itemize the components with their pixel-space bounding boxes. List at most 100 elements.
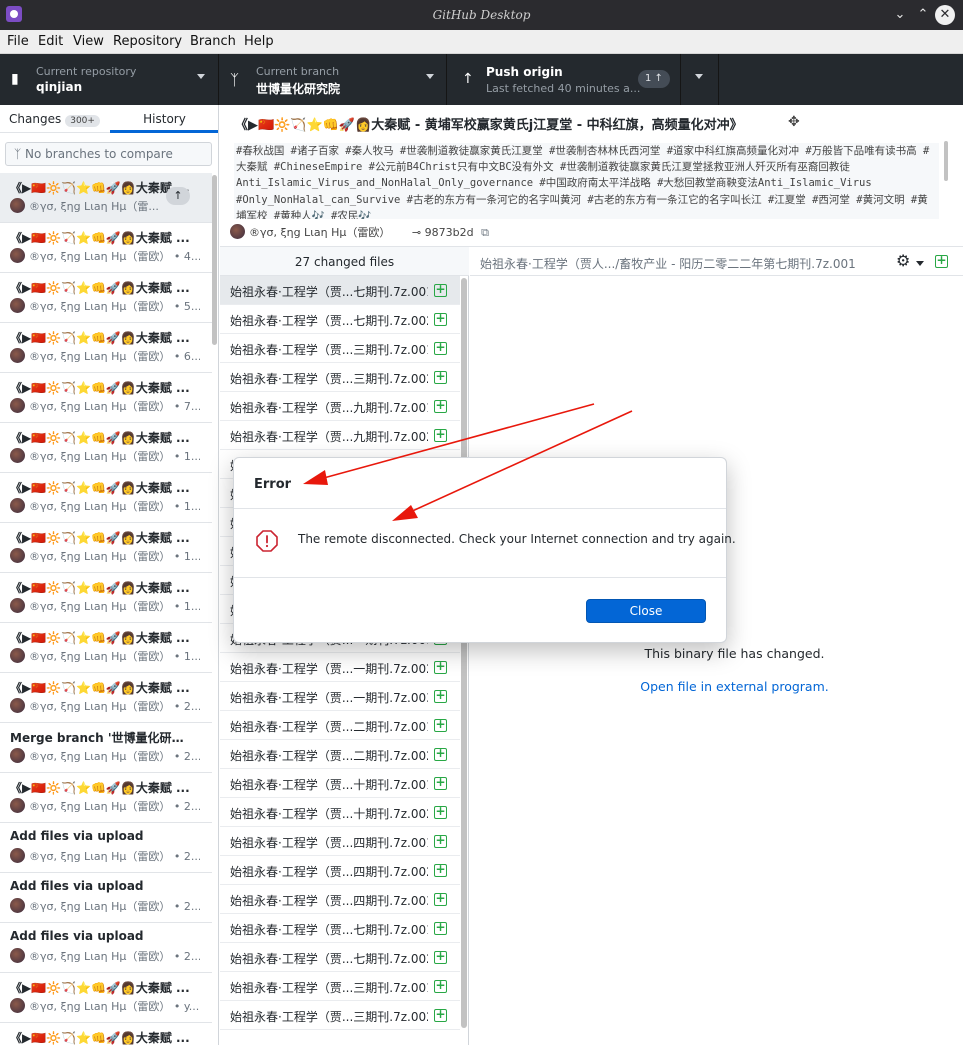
sidebar-scrollbar[interactable] (212, 175, 217, 345)
push-origin-button[interactable]: ↑ Push origin Last fetched 40 minutes a.… (448, 54, 681, 105)
file-list-item[interactable]: 始祖永春·工程学（贾...二期刊.7z.001 + (220, 711, 460, 740)
file-name: 始祖永春·工程学（贾...七期刊.7z.001 (230, 923, 428, 937)
branch-icon: ᛉ (14, 147, 22, 161)
file-list-item[interactable]: 始祖永春·工程学（贾...四期刊.7z.002 + (220, 856, 460, 885)
commit-meta: ®γσ, ξηg Lιaη Hμ（雷欧） • 6... (10, 348, 200, 364)
avatar (10, 598, 25, 613)
commit-list-item[interactable]: 《▶🇨🇳🔆🏹⭐👊🚀👩大秦赋 ... ®γσ, ξηg Lιaη Hμ（雷欧） • … (0, 423, 212, 473)
tab-changes-label: Changes (9, 112, 62, 126)
commit-list-item[interactable]: Add files via upload ®γσ, ξηg Lιaη Hμ（雷欧）… (0, 823, 212, 873)
file-added-icon: + (434, 775, 447, 790)
close-button[interactable]: Close (586, 599, 706, 623)
file-list-item[interactable]: 始祖永春·工程学（贾...二期刊.7z.002 + (220, 740, 460, 769)
commit-list: 《▶🇨🇳🔆🏹⭐👊🚀👩大秦赋 ... ®γσ, ξηg Lιaη Hμ（雷... ↑ 《… (0, 173, 212, 1045)
diff-file-path: 始祖永春·工程学（贾人.../畜牧产业 - 阳历二零二二年第七期刊.7z.001 (480, 257, 856, 271)
commit-list-item[interactable]: 《▶🇨🇳🔆🏹⭐👊🚀👩大秦赋 ... ®γσ, ξηg Lιaη Hμ（雷欧） • … (0, 973, 212, 1023)
commit-meta-text: ®γσ, ξηg Lιaη Hμ（雷欧） • 2... (29, 900, 200, 913)
file-list-item[interactable]: 始祖永春·工程学（贾...七期刊.7z.001 + (220, 914, 460, 943)
open-external-link[interactable]: Open file in external program. (470, 679, 963, 694)
push-count-badge: 1 ↑ (638, 70, 670, 88)
push-dropdown-button[interactable] (682, 54, 719, 105)
description-scrollbar[interactable] (944, 141, 948, 181)
file-list-item[interactable]: 始祖永春·工程学（贾...四期刊.7z.003 + (220, 885, 460, 914)
toolbar: ▮ Current repository qinjian ᛉ Current b… (0, 54, 963, 105)
menu-edit[interactable]: Edit (38, 30, 63, 49)
file-list-scrollbar[interactable] (461, 278, 467, 1028)
file-list-item[interactable]: 始祖永春·工程学（贾...九期刊.7z.001 + (220, 392, 460, 421)
commit-meta: ®γσ, ξηg Lιaη Hμ（雷欧） • 2... (10, 798, 200, 814)
file-list-item[interactable]: 始祖永春·工程学（贾...三期刊.7z.002 + (220, 363, 460, 392)
commit-list-item[interactable]: 《▶🇨🇳🔆🏹⭐👊🚀👩大秦赋 ... ®γσ, ξηg Lιaη Hμ（雷欧） • … (0, 773, 212, 823)
file-list-item[interactable]: 始祖永春·工程学（贾...七期刊.7z.001 + (220, 276, 460, 305)
file-name: 始祖永春·工程学（贾...七期刊.7z.002 (230, 952, 428, 966)
menu-branch[interactable]: Branch (190, 30, 236, 49)
file-added-icon: + (434, 369, 447, 384)
commit-list-item[interactable]: 《▶🇨🇳🔆🏹⭐👊🚀👩大秦赋 ... ®γσ, ξηg Lιaη Hμ（雷欧） • … (0, 223, 212, 273)
file-list-item[interactable]: 始祖永春·工程学（贾...七期刊.7z.002 + (220, 943, 460, 972)
commit-list-item[interactable]: 《▶🇨🇳🔆🏹⭐👊🚀👩大秦赋 ... ®γσ, ξηg Lιaη Hμ（雷欧） • … (0, 323, 212, 373)
avatar (10, 648, 25, 663)
commit-header: 《▶🇨🇳🔆🏹⭐👊🚀👩大秦赋 - 黄埔军校赢家黄氏j江夏堂 - 中科红旗，高频量化… (220, 105, 963, 247)
file-list-item[interactable]: 始祖永春·工程学（贾...三期刊.7z.001 + (220, 334, 460, 363)
commit-list-item[interactable]: Add files via upload ®γσ, ξηg Lιaη Hμ（雷欧）… (0, 873, 212, 923)
file-added-icon: + (434, 804, 447, 819)
close-window-icon[interactable]: ✕ (935, 5, 955, 25)
menu-file[interactable]: File (7, 30, 29, 49)
menu-help[interactable]: Help (244, 30, 274, 49)
avatar (10, 848, 25, 863)
minimize-chevron-icon[interactable]: ⌄ (890, 5, 910, 25)
commit-summary: 《▶🇨🇳🔆🏹⭐👊🚀👩大秦赋 ... (10, 381, 190, 395)
file-list-item[interactable]: 始祖永春·工程学（贾...一期刊.7z.003 + (220, 682, 460, 711)
commit-meta-text: ®γσ, ξηg Lιaη Hμ（雷欧） • 1... (29, 650, 200, 663)
commit-meta: ®γσ, ξηg Lιaη Hμ（雷欧） • 2... (10, 748, 200, 764)
menu-bar: File Edit View Repository Branch Help (0, 30, 963, 54)
tab-history[interactable]: History (110, 105, 218, 133)
commit-list-item[interactable]: 《▶🇨🇳🔆🏹⭐👊🚀👩大秦赋 ... ®γσ, ξηg Lιaη Hμ（雷欧） • … (0, 523, 212, 573)
branch-compare-input[interactable]: ᛉ No branches to compare (5, 142, 212, 166)
commit-list-item[interactable]: 《▶🇨🇳🔆🏹⭐👊🚀👩大秦赋 ... ®γσ, ξηg Lιaη Hμ（雷欧） • … (0, 273, 212, 323)
commit-meta-text: ®γσ, ξηg Lιaη Hμ（雷欧） • 2... (29, 950, 200, 963)
commit-summary: 《▶🇨🇳🔆🏹⭐👊🚀👩大秦赋 ... (10, 281, 190, 295)
dialog-message: The remote disconnected. Check your Inte… (298, 532, 736, 546)
dialog-body: The remote disconnected. Check your Inte… (234, 508, 736, 578)
file-list-item[interactable]: 始祖永春·工程学（贾...四期刊.7z.001 + (220, 827, 460, 856)
commit-list-item[interactable]: 《▶🇨🇳🔆🏹⭐👊🚀👩大秦赋 ... ®γσ, ξηg Lιaη Hμ（雷欧） • … (0, 573, 212, 623)
last-fetched-text: Last fetched 40 minutes a... (486, 82, 641, 95)
file-list-item[interactable]: 始祖永春·工程学（贾...九期刊.7z.002 + (220, 421, 460, 450)
commit-summary: 《▶🇨🇳🔆🏹⭐👊🚀👩大秦赋 ... (10, 581, 190, 595)
expand-icon[interactable]: ✥ (788, 114, 800, 130)
file-name: 始祖永春·工程学（贾...一期刊.7z.002 (230, 662, 428, 676)
commit-list-item[interactable]: 《▶🇨🇳🔆🏹⭐👊🚀👩大秦赋 ... ®γσ, ξηg Lιaη Hμ（雷欧） • … (0, 473, 212, 523)
commit-meta-text: ®γσ, ξηg Lιaη Hμ（雷欧） • 1... (29, 600, 200, 613)
file-list-item[interactable]: 始祖永春·工程学（贾...三期刊.7z.002 + (220, 1001, 460, 1030)
commit-list-item[interactable]: 《▶🇨🇳🔆🏹⭐👊🚀👩大秦赋 ... ®γσ, ξηg Lιaη Hμ（雷欧） • … (0, 623, 212, 673)
commit-list-item[interactable]: 《▶🇨🇳🔆🏹⭐👊🚀👩大秦赋 ... ®γσ, ξηg Lιaη Hμ（雷欧） • … (0, 673, 212, 723)
commit-list-item[interactable]: Add files via upload ®γσ, ξηg Lιaη Hμ（雷欧）… (0, 923, 212, 973)
gear-icon[interactable]: ⚙ (896, 251, 910, 270)
commit-list-item[interactable]: 《▶🇨🇳🔆🏹⭐👊🚀👩大秦赋 ... (0, 1023, 212, 1045)
current-repository-button[interactable]: ▮ Current repository qinjian (0, 54, 219, 105)
commit-list-item[interactable]: 《▶🇨🇳🔆🏹⭐👊🚀👩大秦赋 ... ®γσ, ξηg Lιaη Hμ（雷... ↑ (0, 173, 212, 223)
tab-changes[interactable]: Changes 300+ (0, 105, 109, 133)
commit-summary: 《▶🇨🇳🔆🏹⭐👊🚀👩大秦赋 ... (10, 681, 190, 695)
commit-list-item[interactable]: Merge branch '世博量化研究院... ®γσ, ξηg Lιaη Hμ… (0, 723, 212, 773)
file-list-item[interactable]: 始祖永春·工程学（贾...七期刊.7z.002 + (220, 305, 460, 334)
avatar (10, 948, 25, 963)
copy-icon[interactable]: ⧉ (481, 226, 489, 239)
file-name: 始祖永春·工程学（贾...七期刊.7z.001 (230, 285, 428, 299)
current-branch-button[interactable]: ᛉ Current branch 世博量化研究院 (220, 54, 447, 105)
file-list-item[interactable]: 始祖永春·工程学（贾...一期刊.7z.002 + (220, 653, 460, 682)
commit-meta: ®γσ, ξηg Lιaη Hμ（雷欧） • y... (10, 998, 200, 1014)
file-added-icon: + (434, 688, 447, 703)
menu-view[interactable]: View (73, 30, 104, 49)
file-list-item[interactable]: 始祖永春·工程学（贾...十期刊.7z.001 + (220, 769, 460, 798)
file-list-item[interactable]: 始祖永春·工程学（贾...十期刊.7z.002 + (220, 798, 460, 827)
chevron-down-icon[interactable] (916, 261, 924, 266)
avatar (10, 398, 25, 413)
menu-repository[interactable]: Repository (113, 30, 182, 49)
maximize-chevron-icon[interactable]: ⌃ (913, 5, 933, 25)
commit-summary: 《▶🇨🇳🔆🏹⭐👊🚀👩大秦赋 ... (10, 331, 190, 345)
file-name: 始祖永春·工程学（贾...一期刊.7z.003 (230, 691, 428, 705)
commit-list-item[interactable]: 《▶🇨🇳🔆🏹⭐👊🚀👩大秦赋 ... ®γσ, ξηg Lιaη Hμ（雷欧） • … (0, 373, 212, 423)
file-list-item[interactable]: 始祖永春·工程学（贾...三期刊.7z.001 + (220, 972, 460, 1001)
